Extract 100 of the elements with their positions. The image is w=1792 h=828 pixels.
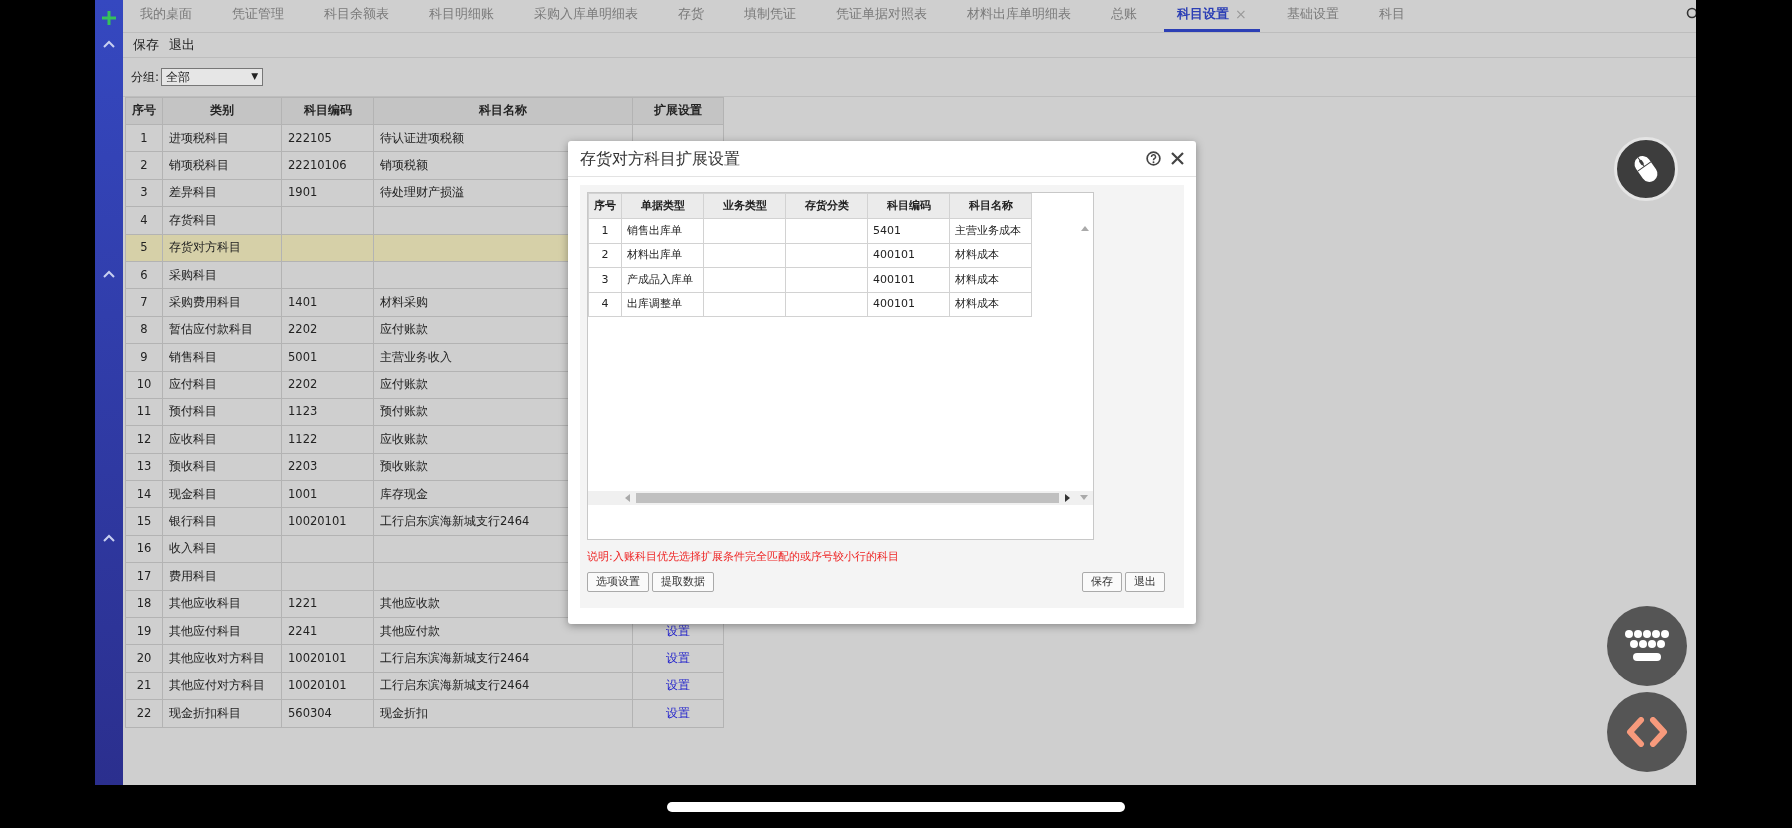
table-cell: 进项税科目 <box>162 124 282 152</box>
table-cell: 销售科目 <box>162 343 282 371</box>
dialog-button[interactable]: 提取数据 <box>652 571 714 592</box>
table-cell: 采购费用科目 <box>162 288 282 317</box>
table-cell: 2203 <box>281 453 374 481</box>
table-cell: 预付科目 <box>162 398 282 426</box>
settings-link[interactable]: 设置 <box>666 705 690 720</box>
search-icon[interactable] <box>1686 7 1696 19</box>
tab[interactable]: 科目余额表 <box>311 0 402 32</box>
table-cell: 应付科目 <box>162 371 282 399</box>
table-cell: 5401 <box>867 218 950 243</box>
table-cell: 11 <box>125 398 163 426</box>
table-cell: 9 <box>125 343 163 371</box>
table-cell: 5001 <box>281 343 374 371</box>
toolbar-button[interactable]: 保存 <box>133 35 159 55</box>
table-cell: 10020101 <box>281 507 374 536</box>
table-cell: 出库调整单 <box>621 292 704 317</box>
tab[interactable]: 填制凭证 <box>731 0 809 32</box>
table-cell: 13 <box>125 453 163 481</box>
column-header: 业务类型 <box>703 193 786 219</box>
tab[interactable]: 存货 <box>665 0 717 32</box>
settings-link[interactable]: 设置 <box>666 678 690 693</box>
table-cell: 收入科目 <box>162 535 282 563</box>
table-cell: 工行启东滨海新城支行2464 <box>373 672 633 700</box>
settings-link[interactable]: 设置 <box>666 623 690 638</box>
table-cell: 222105 <box>281 124 374 152</box>
column-header: 科目编码 <box>281 97 374 125</box>
dialog-button[interactable]: 选项设置 <box>587 571 649 592</box>
table-cell: 材料出库单 <box>621 243 704 268</box>
table-cell: 其他应付科目 <box>162 617 282 645</box>
column-header: 科目名称 <box>949 193 1032 219</box>
tab[interactable]: 科目 <box>1365 0 1418 32</box>
table-cell: 2202 <box>281 371 374 399</box>
table-cell: 17 <box>125 562 163 591</box>
table-cell: 3 <box>588 267 622 292</box>
table-cell: 4 <box>588 292 622 317</box>
tab[interactable]: 采购入库单明细表 <box>521 0 651 32</box>
table-cell: 1122 <box>281 425 374 454</box>
table-cell: 暂估应付款科目 <box>162 316 282 344</box>
table-cell: 22 <box>125 699 163 728</box>
dialog-button[interactable]: 保存 <box>1082 571 1122 592</box>
table-cell: 10020101 <box>281 644 374 673</box>
table-cell: 材料成本 <box>949 292 1032 317</box>
table-cell: 应收科目 <box>162 425 282 454</box>
table-cell: 1901 <box>281 179 374 207</box>
table-cell: 现金科目 <box>162 480 282 508</box>
scrollbar-thumb[interactable] <box>636 493 1059 503</box>
table-cell: 材料成本 <box>949 243 1032 268</box>
table-cell: 14 <box>125 480 163 508</box>
tab[interactable]: 科目设置 × <box>1164 0 1260 32</box>
table-cell: 现金折扣 <box>373 699 633 728</box>
close-icon[interactable] <box>1171 152 1184 165</box>
chevron-up-icon[interactable] <box>103 534 115 542</box>
table-cell: 材料成本 <box>949 267 1032 292</box>
settings-link[interactable]: 设置 <box>666 651 690 665</box>
tab[interactable]: 凭证管理 <box>219 0 297 32</box>
tab[interactable]: 凭证单据对照表 <box>823 0 940 32</box>
column-header: 科目编码 <box>867 193 950 219</box>
chevron-up-icon[interactable] <box>103 270 115 278</box>
add-icon[interactable] <box>101 10 117 26</box>
tab[interactable]: 我的桌面 <box>127 0 205 32</box>
table-cell: 10 <box>125 371 163 399</box>
table-cell: 工行启东滨海新城支行2464 <box>373 644 633 673</box>
table-cell: 400101 <box>867 243 950 268</box>
table-cell: 1221 <box>281 590 374 618</box>
table-cell: 7 <box>125 288 163 317</box>
tab[interactable]: 基础设置 <box>1273 0 1352 32</box>
table-cell: 产成品入库单 <box>621 267 704 292</box>
table-cell: 15 <box>125 507 163 536</box>
column-header: 单据类型 <box>621 193 704 219</box>
table-cell: 18 <box>125 590 163 618</box>
tab[interactable]: 材料出库单明细表 <box>954 0 1084 32</box>
table-cell: 400101 <box>867 267 950 292</box>
tab[interactable]: 总账 <box>1098 0 1150 32</box>
tab[interactable]: 科目明细账 <box>416 0 507 32</box>
table-cell: 预收科目 <box>162 453 282 481</box>
scroll-right-icon[interactable] <box>1065 494 1071 502</box>
table-cell: 其他应收科目 <box>162 590 282 618</box>
toolbar-button[interactable]: 退出 <box>169 35 195 55</box>
table-cell: 400101 <box>867 292 950 317</box>
note-text: 说明:入账科目优先选择扩展条件完全匹配的或序号较小行的科目 <box>587 549 900 565</box>
home-indicator[interactable] <box>667 801 1125 812</box>
column-header: 类别 <box>162 97 282 125</box>
table-cell: 1123 <box>281 398 374 426</box>
code-icon <box>1626 717 1668 747</box>
table-cell: 1 <box>125 124 163 152</box>
table-cell: 采购科目 <box>162 261 282 289</box>
group-select[interactable]: 全部 ▼ <box>161 68 264 86</box>
table-cell: 差异科目 <box>162 179 282 207</box>
column-header: 序号 <box>125 97 163 125</box>
chevron-up-icon[interactable] <box>103 40 115 48</box>
table-cell: 22210106 <box>281 151 374 180</box>
column-header: 扩展设置 <box>632 97 724 125</box>
table-cell: 1401 <box>281 288 374 317</box>
table-cell: 21 <box>125 672 163 700</box>
help-icon[interactable] <box>1146 151 1161 166</box>
table-cell: 存货科目 <box>162 206 282 235</box>
dialog-button[interactable]: 退出 <box>1125 571 1165 592</box>
table-cell: 19 <box>125 617 163 645</box>
table-cell: 销项税科目 <box>162 151 282 180</box>
